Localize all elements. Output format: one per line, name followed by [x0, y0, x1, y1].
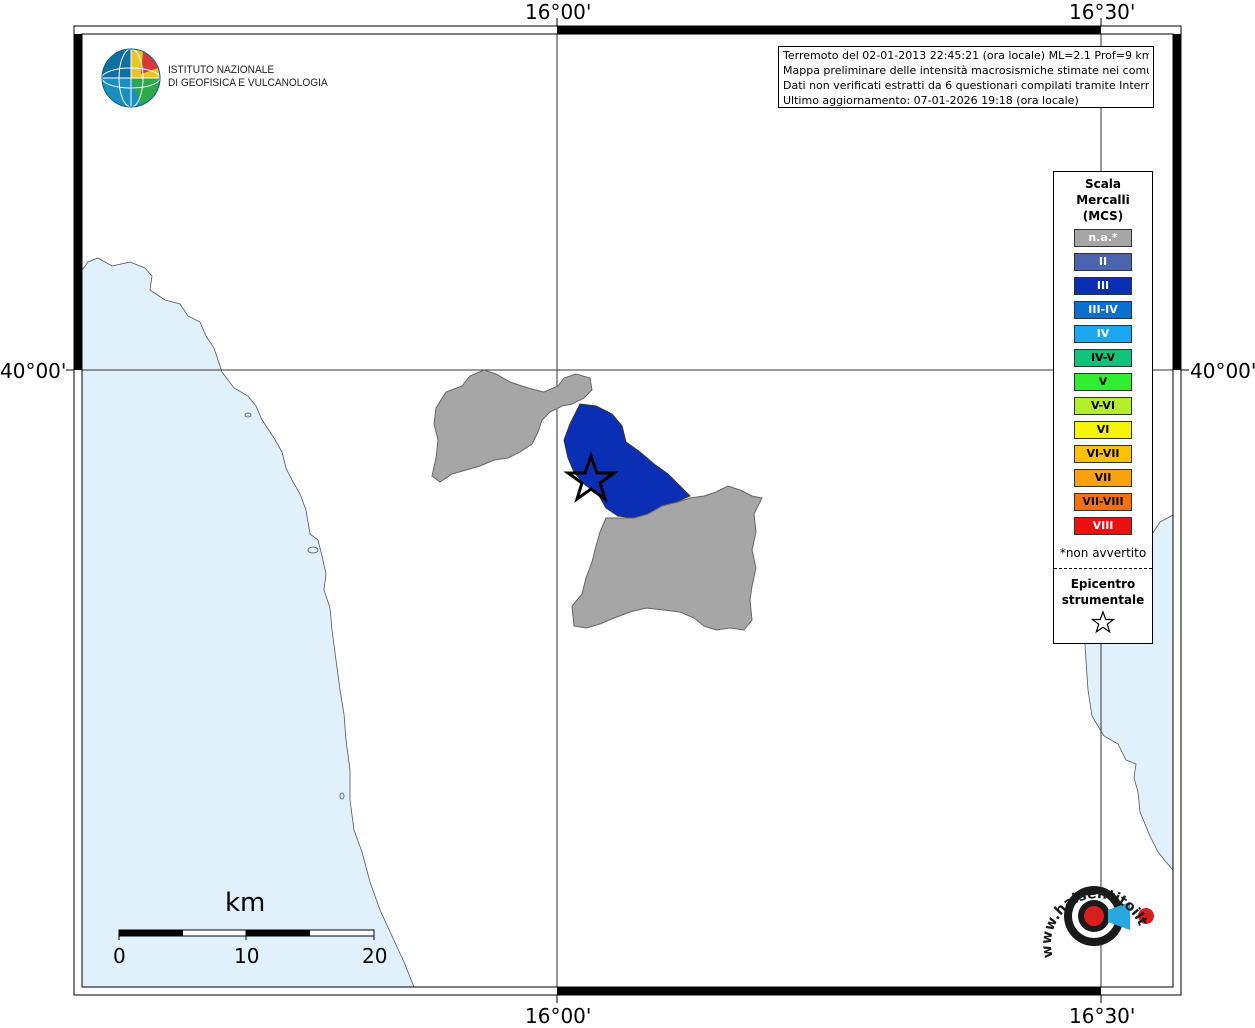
- info-line3: Dati non verificati estratti da 6 questi…: [783, 79, 1149, 92]
- scale-unit: km: [225, 888, 266, 918]
- legend-epicenter-line1: Epicentro: [1070, 577, 1136, 591]
- scale-label-20: 20: [362, 944, 388, 968]
- info-line1: Terremoto del 02-01-2013 22:45:21 (ora l…: [783, 49, 1149, 62]
- info-line4: Ultimo aggiornamento: 07-01-2026 19:18 (…: [783, 94, 1079, 107]
- lon-label-top-2: 16°30': [1069, 0, 1136, 24]
- legend-star-icon: [1090, 610, 1116, 634]
- event-info-box: Terremoto del 02-01-2013 22:45:21 (ora l…: [778, 46, 1154, 108]
- info-line2: Mappa preliminare delle intensità macros…: [783, 64, 1149, 77]
- ingv-logo: [101, 48, 161, 108]
- scale-label-0: 0: [113, 944, 126, 968]
- legend-epicenter-line2: strumentale: [1061, 593, 1145, 607]
- lat-label-left: 40°00': [0, 359, 67, 383]
- lon-label-top-1: 16°00': [525, 0, 592, 24]
- lat-label-right: 40°00': [1190, 359, 1255, 383]
- lon-label-bottom-2: 16°30': [1069, 1004, 1136, 1028]
- scale-label-10: 10: [234, 944, 260, 968]
- legend-swatch: VI-VII: [1074, 445, 1132, 463]
- legend-swatch: VII: [1074, 469, 1132, 487]
- legend-swatch: VI: [1074, 421, 1132, 439]
- legend-swatch: II: [1074, 253, 1132, 271]
- legend-divider: [1054, 568, 1152, 569]
- legend-swatch: IV-V: [1074, 349, 1132, 367]
- svg-text:www.haisentitoilterremoto.it: www.haisentitoilterremoto.it: [1028, 858, 1150, 959]
- haisentito-url: www.haisentitoilterremoto.it: [1028, 858, 1150, 959]
- lon-label-bottom-1: 16°00': [525, 1004, 592, 1028]
- legend-title-line1: Scala: [1084, 177, 1122, 191]
- ingv-name-line1: ISTITUTO NAZIONALE: [168, 64, 275, 76]
- legend-swatch: VII-VIII: [1074, 493, 1132, 511]
- mcs-legend: Scala Mercalli (MCS) n.a.* II III III-IV IV I…: [1053, 171, 1153, 644]
- legend-note: *non avvertito: [1059, 546, 1147, 560]
- legend-title-line3: (MCS): [1082, 209, 1124, 223]
- legend-title-line2: Mercalli: [1076, 193, 1130, 207]
- legend-swatch: III-IV: [1074, 301, 1132, 319]
- legend-swatch: VIII: [1074, 517, 1132, 535]
- legend-swatch: III: [1074, 277, 1132, 295]
- legend-swatch: V: [1074, 373, 1132, 391]
- ingv-name-line2: DI GEOFISICA E VULCANOLOGIA: [168, 77, 328, 89]
- legend-swatch: V-VI: [1074, 397, 1132, 415]
- legend-swatch: n.a.*: [1074, 229, 1132, 247]
- haisentito-text-logo: www.haisentitoilterremoto.it: [1028, 858, 1150, 959]
- legend-epicenter-label: Epicentro strumentale: [1054, 576, 1152, 608]
- legend-title: Scala Mercalli (MCS): [1054, 176, 1152, 224]
- ingv-name: ISTITUTO NAZIONALE DI GEOFISICA E VULCAN…: [168, 64, 328, 90]
- legend-swatch: IV: [1074, 325, 1132, 343]
